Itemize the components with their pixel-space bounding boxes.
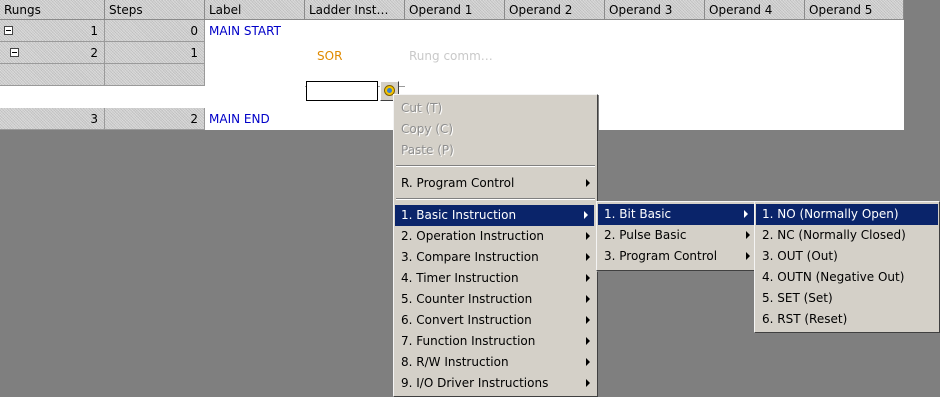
- menu-item-timer-instruction[interactable]: 4. Timer Instruction: [395, 268, 596, 289]
- menu-item-paste: Paste (P): [401, 143, 454, 157]
- menu-item-label: 9. I/O Driver Instructions: [401, 376, 549, 390]
- menu-item-label: 4. Timer Instruction: [401, 271, 519, 285]
- column-header-operand-3[interactable]: Operand 3: [605, 0, 705, 20]
- menu-item-basic-instruction[interactable]: 1. Basic Instruction: [395, 205, 594, 226]
- submenu-arrow-icon: [586, 274, 590, 282]
- step-number-cell[interactable]: 2: [105, 108, 205, 130]
- basic-instruction-submenu: 1. Bit Basic 2. Pulse Basic 3. Program C…: [596, 201, 758, 271]
- rung-number-cell[interactable]: 3: [0, 108, 105, 130]
- collapse-toggle-icon[interactable]: [4, 26, 13, 35]
- menu-item-label: 3. Compare Instruction: [401, 250, 539, 264]
- column-header-steps[interactable]: Steps: [105, 0, 205, 20]
- menu-item-label: 3. Program Control: [604, 249, 718, 263]
- menu-item-out[interactable]: 3. OUT (Out): [756, 246, 938, 267]
- column-header-operand-5[interactable]: Operand 5: [805, 0, 904, 20]
- submenu-arrow-icon: [586, 179, 590, 187]
- collapse-toggle-icon[interactable]: [10, 48, 19, 57]
- column-header-label[interactable]: Label: [205, 0, 305, 20]
- menu-separator: [396, 198, 595, 200]
- submenu-arrow-icon: [586, 316, 590, 324]
- menu-item-counter-instruction[interactable]: 5. Counter Instruction: [395, 289, 596, 310]
- menu-item-label: 1. Bit Basic: [604, 207, 672, 221]
- menu-item-bit-basic[interactable]: 1. Bit Basic: [598, 204, 754, 225]
- menu-item-cut: Cut (T): [401, 101, 443, 115]
- menu-item-label: 6. Convert Instruction: [401, 313, 532, 327]
- submenu-arrow-icon: [586, 358, 590, 366]
- step-number-cell[interactable]: 0: [105, 20, 205, 42]
- menu-item-nc-normally-closed[interactable]: 2. NC (Normally Closed): [756, 225, 938, 246]
- step-number-cell[interactable]: 1: [105, 42, 205, 64]
- menu-item-rst-reset[interactable]: 6. RST (Reset): [756, 309, 938, 330]
- menu-item-label: 1. Basic Instruction: [401, 208, 517, 222]
- menu-item-convert-instruction[interactable]: 6. Convert Instruction: [395, 310, 596, 331]
- menu-item-label: 7. Function Instruction: [401, 334, 536, 348]
- submenu-arrow-icon: [586, 337, 590, 345]
- menu-item-program-control-sub[interactable]: 3. Program Control: [598, 246, 756, 267]
- column-header-rungs[interactable]: Rungs: [0, 0, 105, 20]
- label-cell[interactable]: MAIN START: [205, 20, 305, 42]
- menu-separator: [396, 165, 595, 167]
- menu-item-no-normally-open[interactable]: 1. NO (Normally Open): [756, 204, 938, 225]
- menu-item-copy: Copy (C): [401, 122, 453, 136]
- rung-number-cell[interactable]: [0, 64, 105, 86]
- menu-item-function-instruction[interactable]: 7. Function Instruction: [395, 331, 596, 352]
- submenu-arrow-icon: [746, 252, 750, 260]
- step-number-cell[interactable]: [105, 64, 205, 86]
- menu-item-label: 8. R/W Instruction: [401, 355, 509, 369]
- column-header-operand-2[interactable]: Operand 2: [505, 0, 605, 20]
- menu-item-outn-negative-out[interactable]: 4. OUTN (Negative Out): [756, 267, 938, 288]
- menu-item-io-driver-instructions[interactable]: 9. I/O Driver Instructions: [395, 373, 596, 394]
- rung-number-cell[interactable]: 1: [0, 20, 105, 42]
- bit-basic-submenu: 1. NO (Normally Open) 2. NC (Normally Cl…: [754, 201, 940, 333]
- submenu-arrow-icon: [744, 210, 748, 218]
- submenu-arrow-icon: [584, 211, 588, 219]
- column-header-ladder-instruction[interactable]: Ladder Inst…: [305, 0, 405, 20]
- menu-item-operation-instruction[interactable]: 2. Operation Instruction: [395, 226, 596, 247]
- menu-item-compare-instruction[interactable]: 3. Compare Instruction: [395, 247, 596, 268]
- column-header-operand-4[interactable]: Operand 4: [705, 0, 805, 20]
- submenu-arrow-icon: [586, 379, 590, 387]
- ladder-instruction-cell[interactable]: SOR: [317, 45, 397, 67]
- label-cell[interactable]: MAIN END: [205, 108, 305, 130]
- menu-item-set[interactable]: 5. SET (Set): [756, 288, 938, 309]
- submenu-arrow-icon: [746, 231, 750, 239]
- menu-item-pulse-basic[interactable]: 2. Pulse Basic: [598, 225, 756, 246]
- menu-item-label: 5. Counter Instruction: [401, 292, 533, 306]
- menu-item-label: 2. Pulse Basic: [604, 228, 687, 242]
- menu-item-rw-instruction[interactable]: 8. R/W Instruction: [395, 352, 596, 373]
- menu-item-label: 2. Operation Instruction: [401, 229, 545, 243]
- menu-item-program-control[interactable]: R. Program Control: [395, 173, 596, 194]
- submenu-arrow-icon: [586, 253, 590, 261]
- submenu-arrow-icon: [586, 232, 590, 240]
- instruction-input[interactable]: [306, 81, 378, 101]
- context-menu: Cut (T) Copy (C) Paste (P) R. Program Co…: [393, 94, 598, 397]
- rung-comment-cell[interactable]: Rung comm…: [409, 45, 529, 67]
- menu-item-label: R. Program Control: [401, 176, 515, 190]
- column-header-operand-1[interactable]: Operand 1: [405, 0, 505, 20]
- submenu-arrow-icon: [586, 295, 590, 303]
